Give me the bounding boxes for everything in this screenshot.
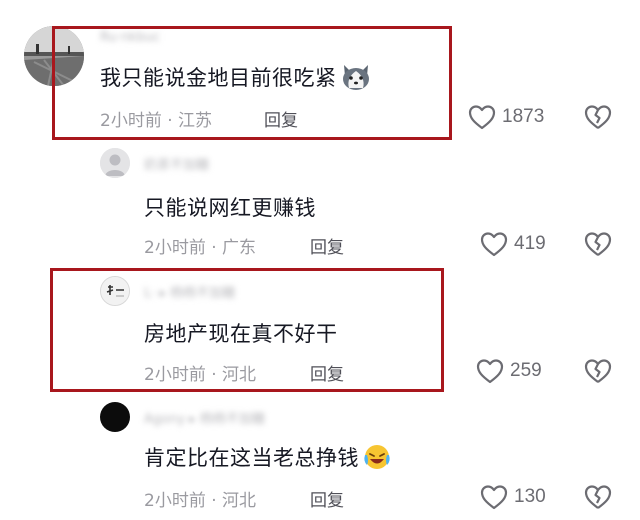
broken-heart-icon xyxy=(584,232,612,256)
like-count: 419 xyxy=(514,233,546,254)
comment-username[interactable]: 奶茶不加糖 xyxy=(144,154,209,173)
like-button[interactable]: 130 xyxy=(480,484,546,510)
heart-icon xyxy=(476,359,504,384)
reply-button[interactable]: 回复 xyxy=(310,486,344,511)
comment-text: 肯定比在这当老总挣钱 xyxy=(144,442,391,476)
reply-button[interactable]: 回复 xyxy=(310,233,344,258)
avatar[interactable] xyxy=(100,148,130,178)
comment-meta: 2小时前 · 广东 xyxy=(144,238,257,258)
highlight-box-comment-1 xyxy=(52,26,452,140)
broken-heart-icon xyxy=(584,105,612,129)
like-button[interactable]: 1873 xyxy=(468,104,544,130)
heart-icon xyxy=(480,232,508,257)
heart-icon xyxy=(480,485,508,510)
dislike-button[interactable] xyxy=(584,358,612,388)
like-button[interactable]: 259 xyxy=(476,358,542,384)
laughing-crying-face-icon xyxy=(363,443,391,476)
comment-username[interactable]: Agony ▸ 杨杨不加糖 xyxy=(144,408,265,427)
dislike-button[interactable] xyxy=(584,104,612,134)
avatar[interactable] xyxy=(100,402,130,432)
like-count: 130 xyxy=(514,486,546,507)
comment-meta: 2小时前 · 河北 xyxy=(144,491,257,511)
broken-heart-icon xyxy=(584,485,612,509)
highlight-box-comment-3 xyxy=(50,268,444,392)
comment-text-content: 肯定比在这当老总挣钱 xyxy=(144,446,359,470)
dislike-button[interactable] xyxy=(584,484,612,514)
heart-icon xyxy=(468,105,496,130)
like-count: 1873 xyxy=(502,106,545,127)
like-button[interactable]: 419 xyxy=(480,231,546,257)
comment-text: 只能说网红更赚钱 xyxy=(144,196,316,220)
like-count: 259 xyxy=(510,360,542,381)
dislike-button[interactable] xyxy=(584,231,612,261)
broken-heart-icon xyxy=(584,359,612,383)
default-avatar-icon xyxy=(100,148,130,178)
